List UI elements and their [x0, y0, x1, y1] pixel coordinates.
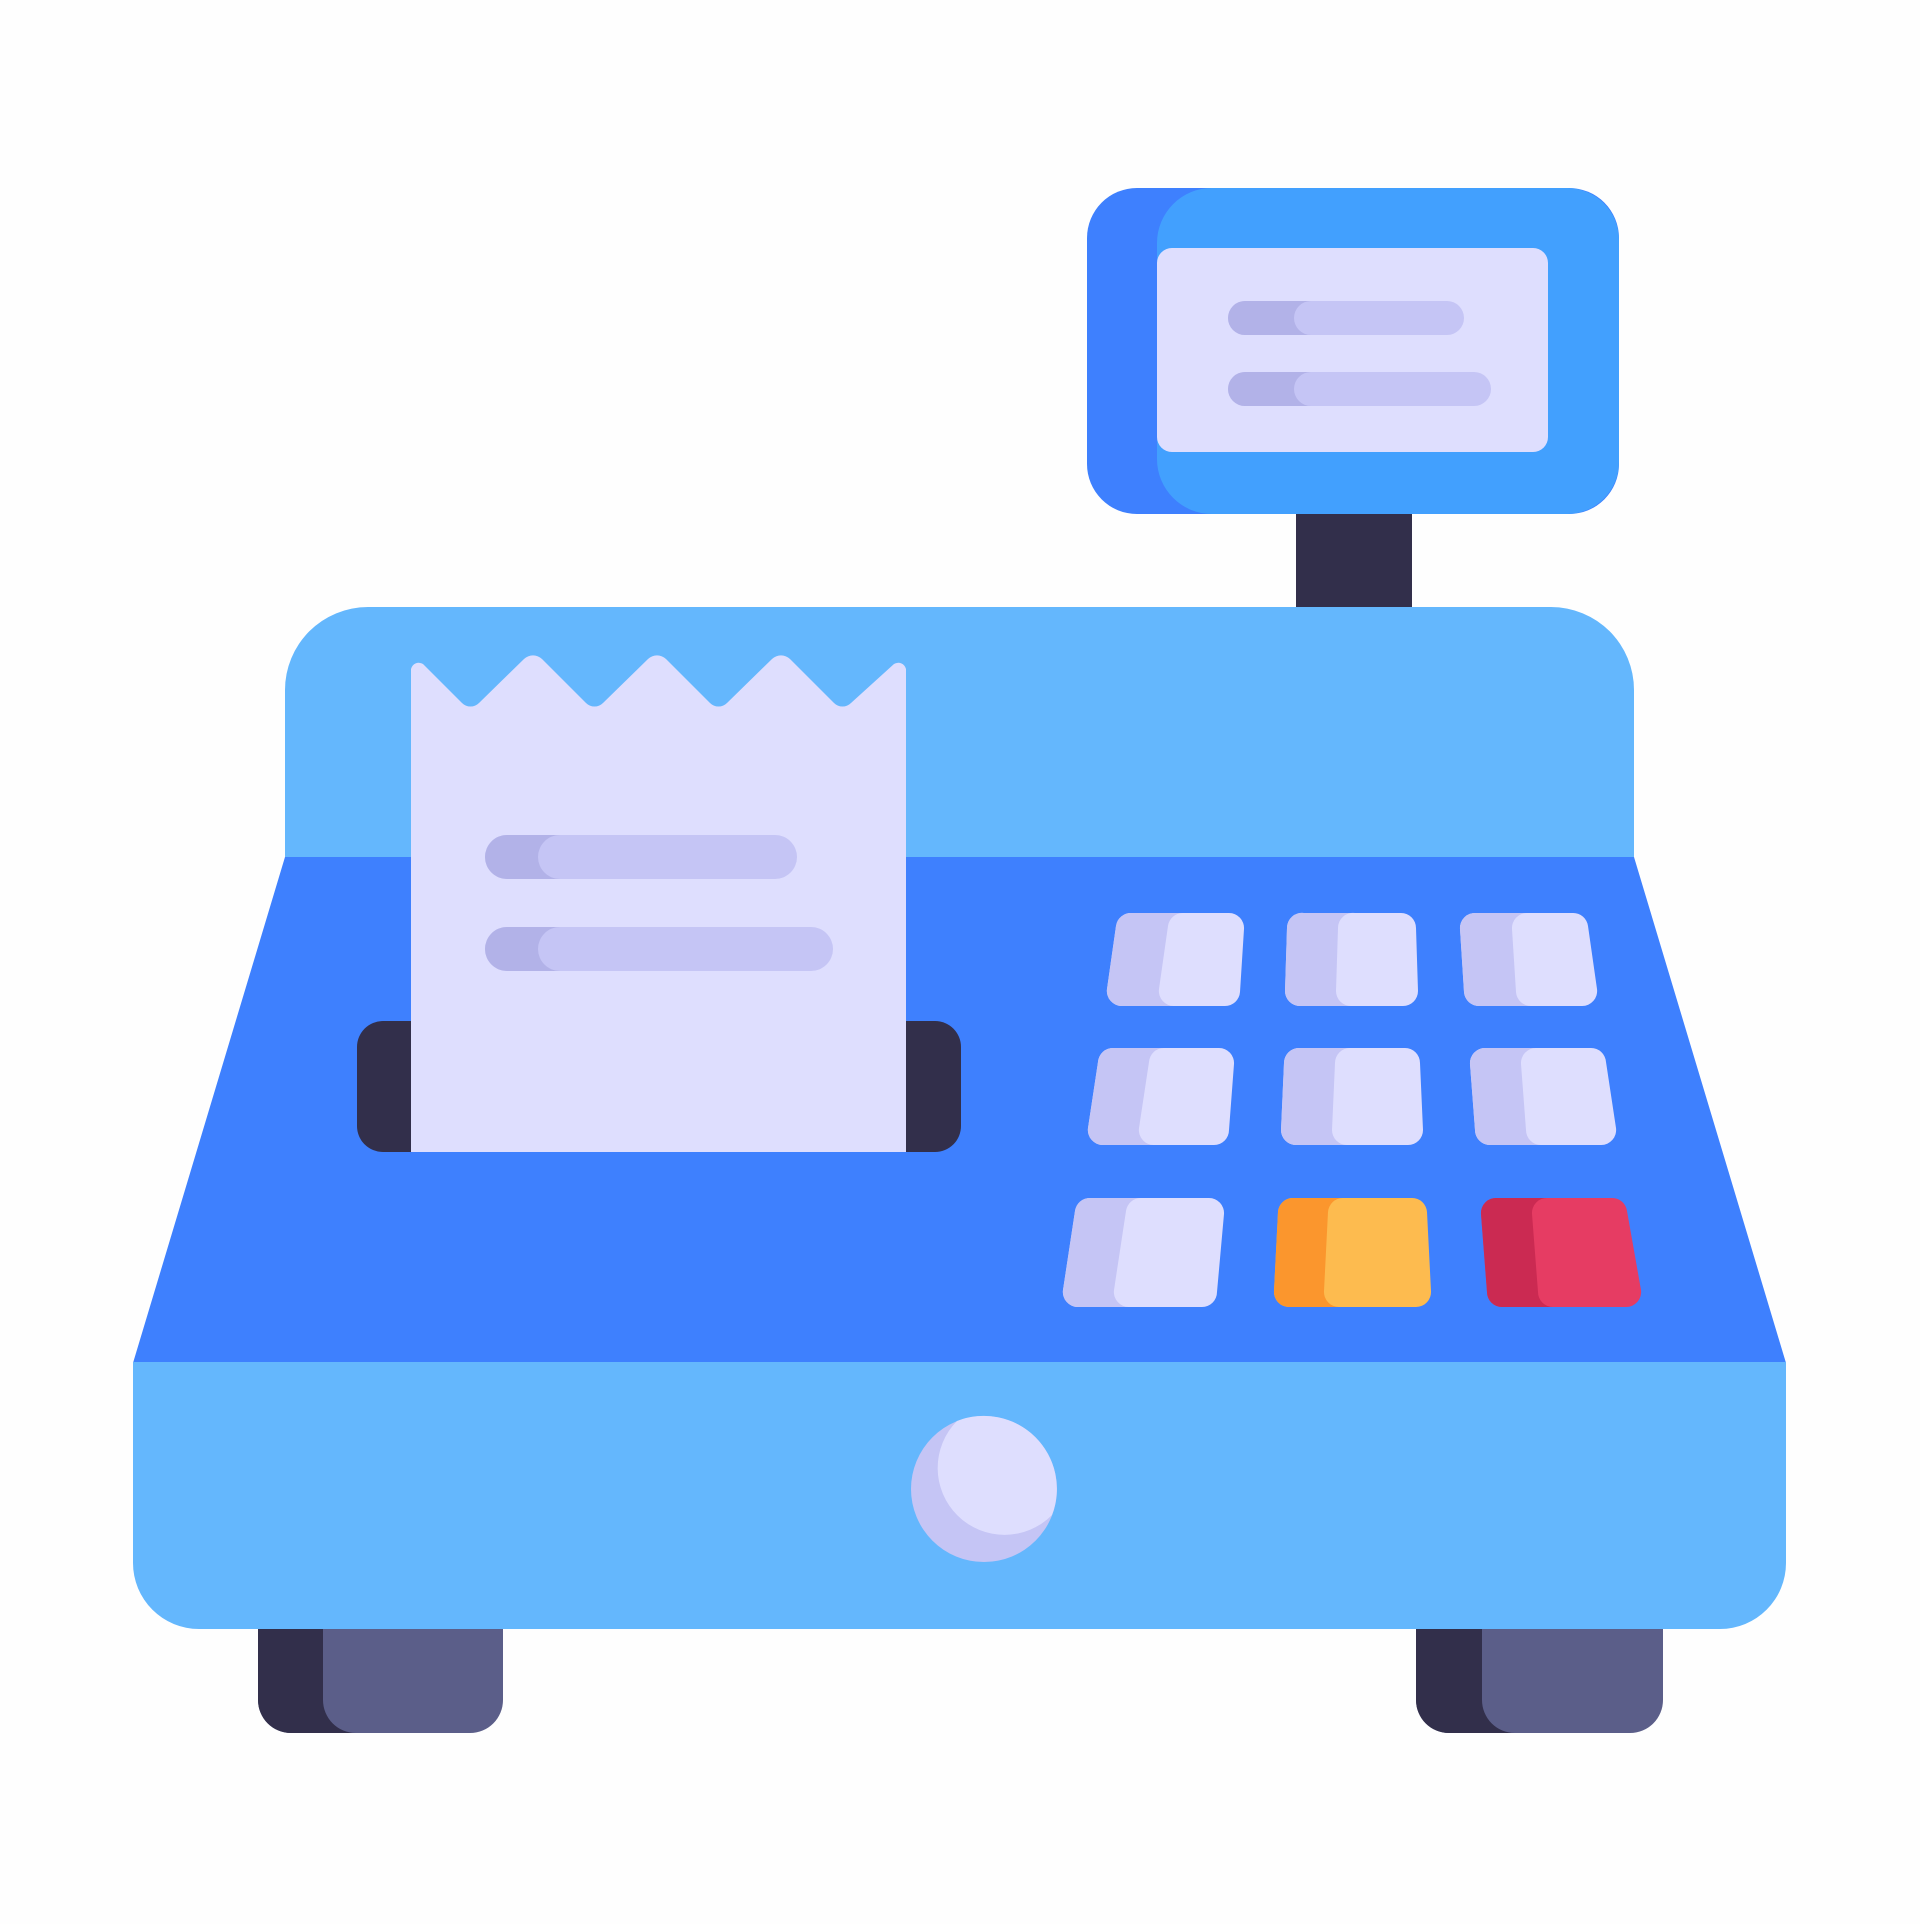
key-r2-c3[interactable]: [1469, 1048, 1617, 1146]
receipt-line-2: [485, 927, 833, 971]
receipt-paper: [411, 655, 906, 1152]
cash-register-illustration: [0, 0, 1920, 1920]
customer-display: [1087, 188, 1619, 514]
display-line-1: [1228, 301, 1464, 335]
left-foot: [258, 1620, 503, 1733]
display-stand: [1296, 512, 1412, 612]
key-r3-c2[interactable]: [1273, 1198, 1432, 1307]
key-r1-c1[interactable]: [1106, 912, 1245, 1007]
key-r3-c3[interactable]: [1480, 1197, 1642, 1308]
keypad: [1062, 912, 1642, 1308]
display-line-2: [1228, 372, 1491, 406]
key-r3-c1[interactable]: [1062, 1197, 1225, 1308]
cash-register-icon: [133, 188, 1786, 1733]
receipt-line-1: [485, 835, 797, 879]
drawer-knob: [911, 1415, 1057, 1562]
key-r2-c1[interactable]: [1087, 1048, 1235, 1146]
key-r1-c3[interactable]: [1459, 912, 1598, 1007]
right-foot: [1416, 1620, 1663, 1733]
key-r2-c2[interactable]: [1281, 1048, 1423, 1145]
display-screen: [1157, 248, 1548, 452]
key-r1-c2[interactable]: [1285, 912, 1418, 1006]
